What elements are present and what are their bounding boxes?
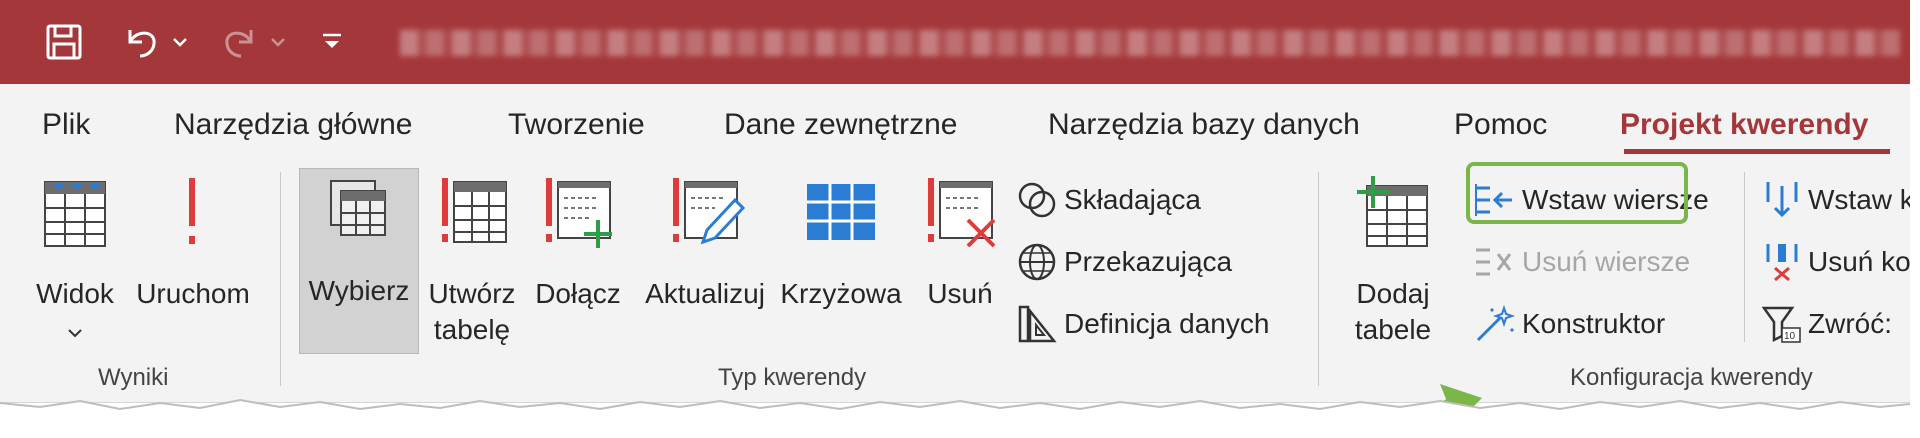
tab-narzedzia-glowne[interactable]: Narzędzia główne — [174, 108, 412, 142]
delete-rows-icon — [1476, 248, 1512, 276]
union-button[interactable]: Składająca — [1016, 176, 1201, 224]
group-label-wyniki: Wyniki — [98, 364, 169, 391]
chevron-down-icon — [68, 329, 82, 338]
builder-label: Konstruktor — [1522, 308, 1666, 339]
union-icon — [1018, 182, 1056, 218]
delete-rows-label: Usuń wiersze — [1522, 246, 1691, 277]
select-query-button[interactable]: Wybierz — [299, 168, 419, 354]
globe-icon — [1018, 243, 1056, 281]
svg-text:10: 10 — [1784, 331, 1796, 342]
return-top-values[interactable]: 10 Zwróć: — [1762, 300, 1892, 348]
builder-button[interactable]: Konstruktor — [1472, 300, 1665, 348]
select-query-label: Wybierz — [308, 275, 410, 306]
data-definition-label: Definicja danych — [1064, 308, 1270, 339]
append-label: Dołącz — [535, 278, 621, 309]
right-edge-decoration — [1910, 0, 1920, 438]
tab-tworzenie[interactable]: Tworzenie — [508, 108, 645, 142]
delete-rows-button[interactable]: Usuń wiersze — [1472, 238, 1690, 286]
redo-dropdown-icon[interactable] — [268, 18, 288, 66]
delete-columns-icon — [1766, 244, 1798, 282]
delete-columns-button[interactable]: Usuń ko — [1762, 238, 1911, 286]
group-separator — [280, 172, 281, 386]
insert-columns-button[interactable]: Wstaw k — [1762, 176, 1914, 224]
tab-dane-zewnetrzne[interactable]: Dane zewnętrzne — [724, 108, 957, 142]
select-query-icon — [330, 180, 386, 236]
view-label: Widok — [36, 278, 114, 309]
datasheet-view-icon — [44, 181, 106, 247]
insert-columns-label: Wstaw k — [1808, 184, 1914, 215]
delete-columns-label: Usuń ko — [1808, 246, 1911, 277]
add-tables-label-1: Dodaj — [1356, 278, 1430, 309]
make-table-icon — [442, 178, 507, 243]
append-button[interactable]: Dołącz — [528, 176, 628, 316]
torn-edge-decoration — [0, 398, 1920, 438]
add-table-icon — [1357, 176, 1428, 247]
exclamation-icon — [189, 178, 195, 244]
builder-highlight-frame — [1466, 162, 1688, 224]
delete-query-icon — [928, 178, 996, 248]
make-table-label-2: tabelę — [433, 314, 511, 345]
delete-query-button[interactable]: Usuń — [910, 176, 1010, 316]
crosstab-label: Krzyżowa — [780, 278, 902, 309]
group-separator — [1744, 172, 1745, 342]
union-label: Składająca — [1064, 184, 1201, 215]
crosstab-icon — [807, 184, 875, 240]
update-label: Aktualizuj — [645, 278, 765, 309]
insert-columns-icon — [1766, 182, 1798, 218]
undo-dropdown-icon[interactable] — [170, 18, 190, 66]
append-icon — [546, 178, 612, 248]
pass-through-button[interactable]: Przekazująca — [1016, 238, 1232, 286]
save-icon[interactable] — [40, 18, 88, 66]
tab-narzedzia-bazy-danych[interactable]: Narzędzia bazy danych — [1048, 108, 1360, 142]
add-tables-label-2: tabele — [1354, 314, 1432, 345]
update-icon — [673, 178, 745, 245]
run-button[interactable]: Uruchom — [128, 176, 258, 316]
pass-through-label: Przekazująca — [1064, 246, 1233, 277]
customize-quick-access-icon[interactable] — [318, 18, 346, 66]
title-bar — [0, 0, 1915, 84]
data-definition-icon — [1018, 305, 1057, 343]
add-tables-button[interactable]: Dodaj tabele — [1338, 176, 1448, 356]
undo-icon[interactable] — [118, 18, 166, 66]
return-label: Zwróć: — [1808, 308, 1892, 339]
redo-icon[interactable] — [215, 18, 263, 66]
data-definition-button[interactable]: Definicja danych — [1016, 300, 1269, 348]
make-table-button[interactable]: Utwórz tabelę — [420, 176, 524, 356]
ribbon-tabs: Plik Narzędzia główne Tworzenie Dane zew… — [0, 84, 1915, 154]
crosstab-button[interactable]: Krzyżowa — [776, 176, 906, 316]
make-table-label-1: Utwórz — [428, 278, 516, 309]
window-title-blurred — [400, 30, 1900, 56]
magic-wand-icon — [1476, 304, 1516, 342]
tab-pomoc[interactable]: Pomoc — [1454, 108, 1547, 142]
view-button[interactable]: Widok — [20, 176, 130, 356]
group-label-konfiguracja: Konfiguracja kwerendy — [1570, 364, 1813, 391]
filter-icon: 10 — [1762, 306, 1801, 343]
group-separator — [1318, 172, 1319, 386]
tab-projekt-kwerendy[interactable]: Projekt kwerendy — [1620, 108, 1868, 142]
tab-plik[interactable]: Plik — [42, 108, 90, 142]
group-label-typ-kwerendy: Typ kwerendy — [718, 364, 867, 391]
delete-query-label: Usuń — [927, 278, 993, 309]
update-button[interactable]: Aktualizuj — [630, 176, 780, 316]
run-label: Uruchom — [136, 278, 250, 309]
